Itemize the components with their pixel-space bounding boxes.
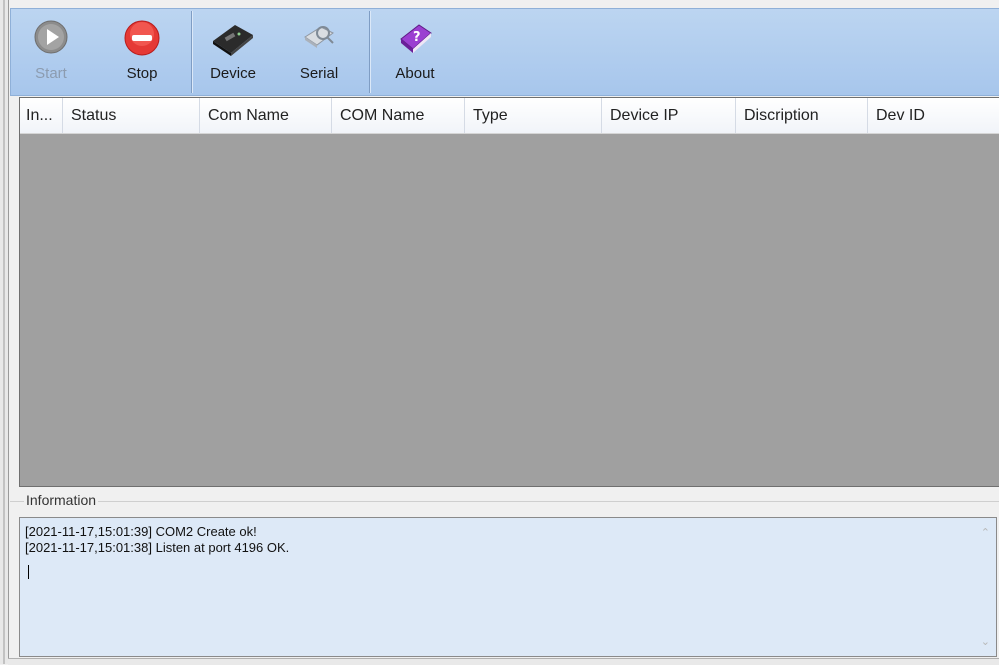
play-icon: [33, 19, 69, 60]
scroll-up-arrow-icon[interactable]: ⌃: [981, 526, 990, 539]
device-icon: [209, 19, 257, 62]
toolbar-separator: [369, 11, 370, 93]
help-book-icon: ?: [395, 19, 435, 62]
column-header-dev-id[interactable]: Dev ID: [868, 98, 999, 133]
list-header: In... Status Com Name COM Name Type Devi…: [20, 98, 999, 134]
app-window: Start Stop Device Serial ? About In... S…: [0, 0, 999, 665]
svg-text:?: ?: [413, 30, 421, 45]
device-button[interactable]: Device: [201, 9, 265, 95]
column-header-description[interactable]: Discription: [736, 98, 868, 133]
column-header-type[interactable]: Type: [465, 98, 602, 133]
start-button[interactable]: Start: [21, 9, 81, 95]
log-line: [2021-11-17,15:01:38] Listen at port 419…: [25, 540, 290, 555]
window-left-border: [0, 0, 9, 664]
column-header-index[interactable]: In...: [20, 98, 63, 133]
about-label: About: [395, 65, 435, 82]
serial-label: Serial: [299, 65, 339, 82]
serial-icon: [299, 19, 339, 58]
about-button[interactable]: ? About: [383, 9, 447, 95]
stop-button[interactable]: Stop: [111, 9, 173, 95]
column-header-device-ip[interactable]: Device IP: [602, 98, 736, 133]
toolbar: Start Stop Device Serial ? About: [10, 8, 999, 96]
group-border: [10, 501, 999, 502]
device-label: Device: [210, 65, 256, 82]
information-title: Information: [24, 492, 99, 508]
log-line: [2021-11-17,15:01:39] COM2 Create ok!: [25, 524, 257, 539]
toolbar-separator: [191, 11, 192, 93]
start-label: Start: [35, 65, 67, 82]
stop-label: Stop: [126, 65, 158, 82]
column-header-status[interactable]: Status: [63, 98, 200, 133]
text-caret: [28, 565, 29, 579]
column-header-com-name[interactable]: Com Name: [200, 98, 332, 133]
device-list[interactable]: In... Status Com Name COM Name Type Devi…: [19, 97, 999, 487]
stop-icon: [123, 19, 161, 62]
serial-button[interactable]: Serial: [287, 9, 351, 95]
column-header-com-name-2[interactable]: COM Name: [332, 98, 465, 133]
scroll-down-arrow-icon[interactable]: ⌄: [981, 635, 990, 648]
information-log[interactable]: [2021-11-17,15:01:39] COM2 Create ok! [2…: [19, 517, 997, 657]
